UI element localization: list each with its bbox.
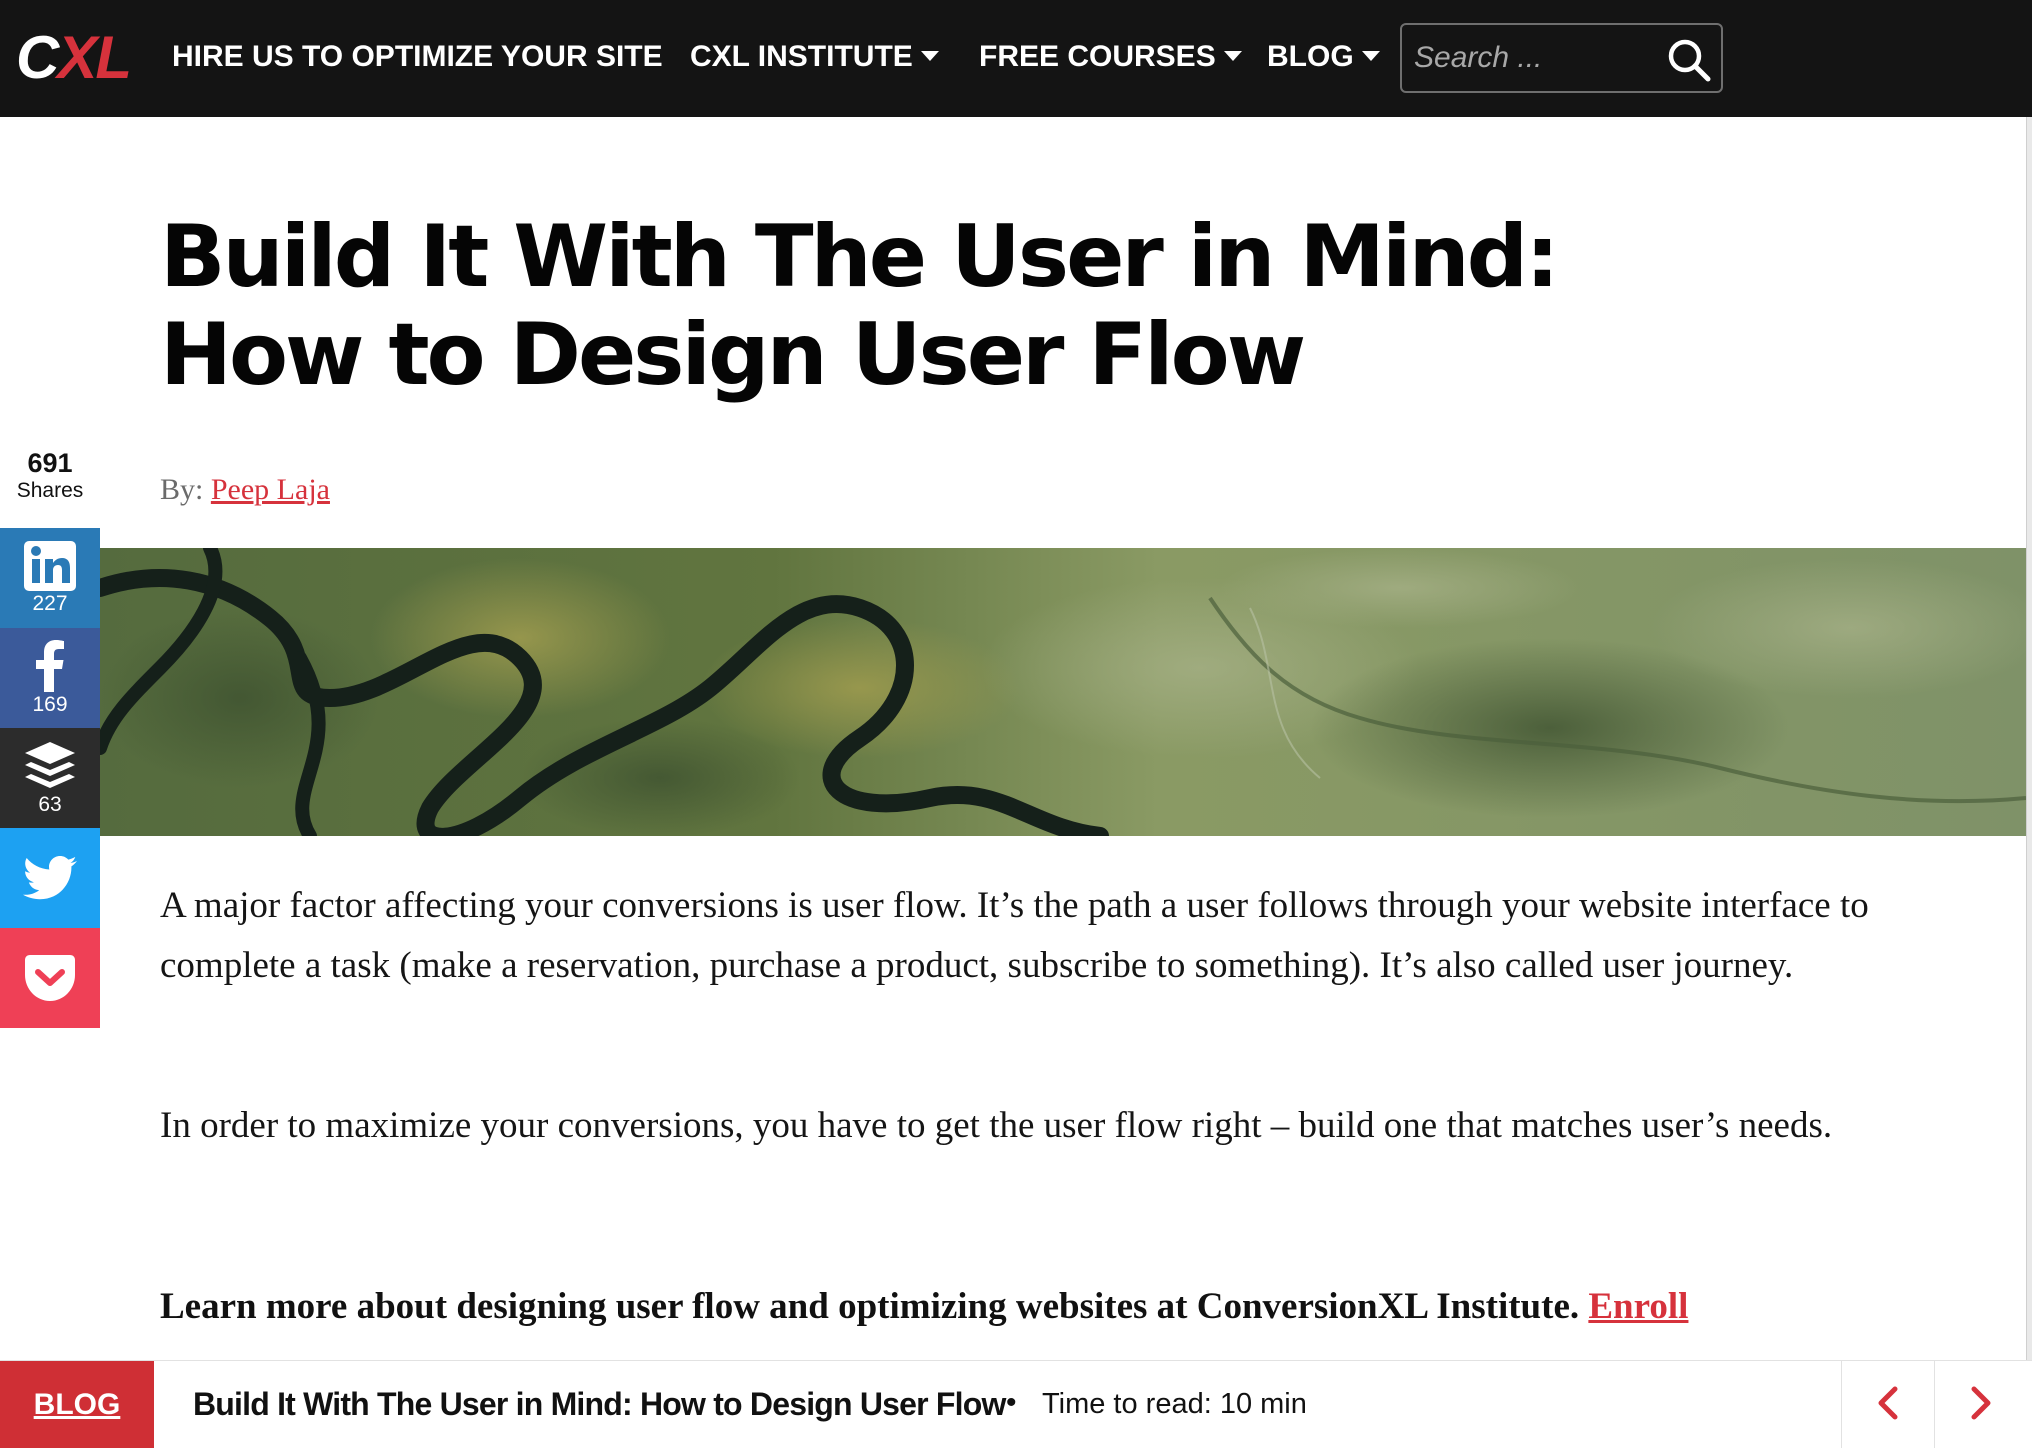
caret-down-icon xyxy=(1361,51,1380,62)
buffer-share-count: 63 xyxy=(38,793,62,816)
second-paragraph: In order to maximize your conversions, y… xyxy=(160,1105,1833,1146)
buffer-share-button[interactable]: 63 xyxy=(0,728,100,828)
byline: By: Peep Laja xyxy=(160,473,330,507)
institute-cta-text: Learn more about designing user flow and… xyxy=(160,1286,1580,1327)
article-title: Build It With The User in Mind: How to D… xyxy=(160,207,1560,405)
facebook-share-count: 169 xyxy=(32,693,68,716)
logo-c: C xyxy=(16,24,59,91)
nav-cxl-institute[interactable]: CXL INSTITUTE xyxy=(690,38,939,76)
share-total: 691 xyxy=(27,448,73,478)
sticky-separator: • xyxy=(1006,1386,1017,1419)
intro-paragraph: A major factor affecting your conversion… xyxy=(160,885,1869,986)
search-input[interactable] xyxy=(1414,35,1654,81)
search-box xyxy=(1400,23,1723,93)
sticky-article-bar: BLOG Build It With The User in Mind: How… xyxy=(0,1360,2032,1448)
caret-down-icon xyxy=(920,51,939,62)
blog-section-tab[interactable]: BLOG xyxy=(0,1361,154,1448)
linkedin-share-count: 227 xyxy=(32,592,68,615)
hero-image xyxy=(100,548,2026,836)
twitter-icon xyxy=(23,856,77,900)
nav-cxl-institute-label: CXL INSTITUTE xyxy=(690,40,913,73)
chevron-left-icon xyxy=(1876,1386,1900,1425)
nav-hire-us-label: HIRE US TO OPTIMIZE YOUR SITE xyxy=(172,40,663,73)
institute-cta: Learn more about designing user flow and… xyxy=(160,1278,1940,1336)
pocket-share-button[interactable] xyxy=(0,928,100,1028)
previous-article-button[interactable] xyxy=(1841,1361,1933,1448)
cxl-logo[interactable]: CXL xyxy=(16,24,132,91)
share-total-label: Shares xyxy=(16,479,84,502)
nav-free-courses[interactable]: FREE COURSES xyxy=(979,38,1242,76)
share-count: 691 Shares xyxy=(0,448,100,504)
linkedin-share-button[interactable]: 227 xyxy=(0,528,100,628)
sticky-article-title: Build It With The User in Mind: How to D… xyxy=(193,1386,1006,1422)
facebook-share-button[interactable]: 169 xyxy=(0,628,100,728)
nav-hire-us[interactable]: HIRE US TO OPTIMIZE YOUR SITE xyxy=(172,38,663,76)
top-navigation: CXL HIRE US TO OPTIMIZE YOUR SITE CXL IN… xyxy=(0,0,2032,117)
byline-prefix: By: xyxy=(160,473,204,506)
logo-xl: XL xyxy=(57,24,132,91)
read-time: Time to read: 10 min xyxy=(1042,1388,1307,1420)
author-link[interactable]: Peep Laja xyxy=(211,473,330,506)
next-article-button[interactable] xyxy=(1934,1361,2026,1448)
enroll-link[interactable]: Enroll xyxy=(1588,1286,1688,1327)
river-aerial-image xyxy=(100,548,2026,836)
facebook-icon xyxy=(35,640,65,692)
caret-down-icon xyxy=(1223,51,1242,62)
twitter-share-button[interactable] xyxy=(0,828,100,928)
nav-free-courses-label: FREE COURSES xyxy=(979,40,1216,73)
nav-blog[interactable]: BLOG xyxy=(1267,38,1380,76)
buffer-icon xyxy=(23,740,77,792)
nav-blog-label: BLOG xyxy=(1267,40,1354,73)
pocket-icon xyxy=(25,955,75,1001)
search-icon[interactable] xyxy=(1666,37,1712,83)
linkedin-icon xyxy=(24,541,76,591)
page-scroll-edge xyxy=(2026,117,2032,1448)
chevron-right-icon xyxy=(1969,1386,1993,1425)
